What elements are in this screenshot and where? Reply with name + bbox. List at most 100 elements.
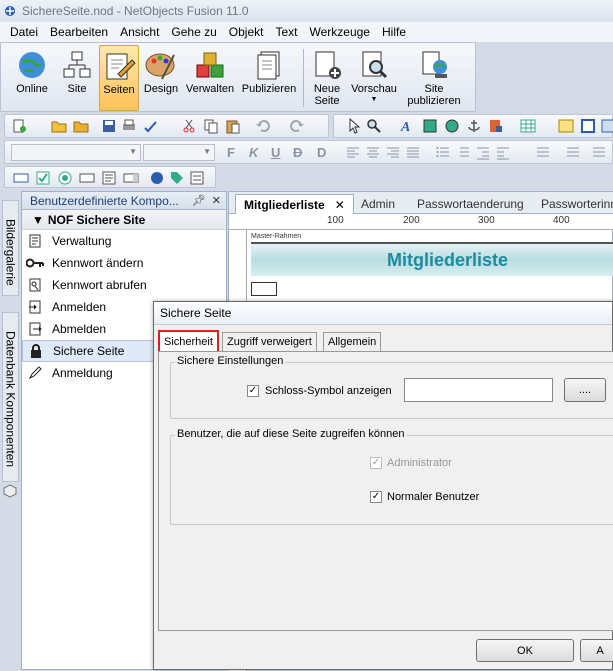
radio-tool-icon[interactable] bbox=[57, 170, 73, 186]
textfield-tool-icon[interactable] bbox=[79, 170, 95, 186]
frame-tool-icon[interactable] bbox=[580, 118, 596, 134]
cancel-button[interactable]: A bbox=[580, 639, 613, 662]
online-button[interactable]: Online bbox=[9, 45, 55, 111]
close-icon[interactable]: ✕ bbox=[212, 194, 221, 207]
document-tabs: Mitgliederliste ✕ Admin Passwortaenderun… bbox=[229, 192, 613, 214]
numbered-list-icon[interactable] bbox=[455, 145, 471, 161]
font-size-select[interactable]: ▼ bbox=[143, 144, 215, 161]
text-color-icon[interactable] bbox=[535, 145, 551, 161]
tab-allgemein[interactable]: Allgemein bbox=[323, 332, 382, 351]
justify-icon[interactable] bbox=[405, 145, 421, 161]
subscript-button[interactable]: D bbox=[317, 145, 326, 160]
vorschau-label: Vorschau bbox=[351, 83, 397, 95]
layer-tool-icon[interactable] bbox=[600, 118, 613, 134]
strikethrough-button[interactable]: D bbox=[293, 145, 302, 160]
textarea-tool-icon[interactable] bbox=[101, 170, 117, 186]
close-icon[interactable]: ✕ bbox=[335, 198, 345, 212]
pin-icon[interactable]: 📌︎ bbox=[192, 194, 206, 207]
tab-datenbank-komponenten[interactable]: Datenbank Komponenten bbox=[2, 312, 19, 482]
form-field-icon[interactable] bbox=[13, 170, 29, 186]
menu-gehe-zu[interactable]: Gehe zu bbox=[165, 25, 222, 39]
menu-werkzeuge[interactable]: Werkzeuge bbox=[304, 25, 376, 39]
site-publizieren-button[interactable]: Site publizieren bbox=[401, 45, 467, 111]
tab-passworterinnerung[interactable]: Passworterinn bbox=[533, 194, 613, 214]
anchor-icon[interactable] bbox=[466, 118, 482, 134]
pointer-icon[interactable] bbox=[346, 118, 362, 134]
cut-icon[interactable] bbox=[181, 118, 197, 134]
verwalten-button[interactable]: Verwalten bbox=[183, 45, 237, 111]
collapse-icon: ▼ bbox=[32, 212, 44, 227]
underline-button[interactable]: U bbox=[271, 145, 280, 160]
outdent-icon[interactable] bbox=[475, 145, 491, 161]
vorschau-button[interactable]: Vorschau ▼ bbox=[349, 45, 399, 111]
save-icon[interactable] bbox=[101, 118, 117, 134]
combo-tool-icon[interactable] bbox=[123, 170, 139, 186]
selected-object[interactable] bbox=[251, 282, 277, 296]
table-tool-icon[interactable] bbox=[520, 118, 536, 134]
main-toolbar: Online Site Seiten Design Verwalten Publ… bbox=[0, 42, 476, 112]
list-item-verwaltung[interactable]: Verwaltung bbox=[22, 230, 226, 252]
tab-admin[interactable]: Admin bbox=[353, 194, 403, 214]
seiten-button[interactable]: Seiten bbox=[99, 45, 139, 111]
spellcheck-icon[interactable] bbox=[143, 118, 159, 134]
ok-button[interactable]: OK bbox=[476, 639, 574, 662]
ruler-label: 400 bbox=[553, 215, 570, 226]
bold-button[interactable]: F bbox=[227, 145, 235, 160]
print-icon[interactable] bbox=[121, 118, 137, 134]
align-left-icon[interactable] bbox=[345, 145, 361, 161]
group-header[interactable]: ▼ NOF Sichere Site bbox=[22, 210, 226, 230]
open-folder-icon[interactable] bbox=[51, 118, 67, 134]
tag-tool-icon[interactable] bbox=[169, 170, 185, 186]
media-tool-icon[interactable] bbox=[444, 118, 460, 134]
align-right-icon[interactable] bbox=[385, 145, 401, 161]
tab-bildergalerie[interactable]: Bildergalerie bbox=[2, 200, 19, 296]
list-item-kennwort-aendern[interactable]: Kennwort ändern bbox=[22, 252, 226, 274]
page-banner[interactable]: Mitgliederliste bbox=[251, 242, 613, 276]
browse-button[interactable]: .... bbox=[564, 378, 606, 402]
layout-tool-icon[interactable] bbox=[558, 118, 574, 134]
menu-datei[interactable]: Datei bbox=[4, 25, 44, 39]
list-item-kennwort-abrufen[interactable]: Kennwort abrufen bbox=[22, 274, 226, 296]
redo-icon[interactable] bbox=[289, 118, 305, 134]
administrator-checkbox[interactable]: ✓ bbox=[370, 457, 382, 469]
menu-hilfe[interactable]: Hilfe bbox=[376, 25, 412, 39]
menu-objekt[interactable]: Objekt bbox=[223, 25, 270, 39]
key-retrieve-icon bbox=[26, 277, 44, 293]
new-icon[interactable] bbox=[11, 118, 27, 134]
form-settings-icon[interactable] bbox=[189, 170, 205, 186]
tab-mitgliederliste[interactable]: Mitgliederliste ✕ bbox=[235, 194, 354, 214]
undo-icon[interactable] bbox=[255, 118, 271, 134]
paste-icon[interactable] bbox=[225, 118, 241, 134]
italic-button[interactable]: K bbox=[249, 145, 258, 160]
picture-tool-icon[interactable] bbox=[422, 118, 438, 134]
folder-icon[interactable] bbox=[73, 118, 89, 134]
lock-symbol-checkbox[interactable]: ✓ bbox=[247, 385, 259, 397]
list-icon[interactable] bbox=[435, 145, 451, 161]
zoom-icon[interactable] bbox=[366, 118, 382, 134]
normal-user-label: Normaler Benutzer bbox=[387, 491, 480, 503]
menu-text[interactable]: Text bbox=[269, 25, 303, 39]
checkbox-tool-icon[interactable] bbox=[35, 170, 51, 186]
highlight-icon[interactable] bbox=[565, 145, 581, 161]
menu-bearbeiten[interactable]: Bearbeiten bbox=[44, 25, 114, 39]
font-select[interactable]: ▼ bbox=[11, 144, 141, 161]
menu-ansicht[interactable]: Ansicht bbox=[114, 25, 165, 39]
text-tool-icon[interactable]: A bbox=[398, 118, 414, 134]
design-button[interactable]: Design bbox=[141, 45, 181, 111]
component-tool-icon[interactable] bbox=[488, 118, 504, 134]
list-item-label: Kennwort ändern bbox=[52, 256, 144, 270]
neue-seite-button[interactable]: Neue Seite bbox=[307, 45, 347, 111]
normal-user-checkbox[interactable]: ✓ bbox=[370, 491, 382, 503]
publizieren-button[interactable]: Publizieren bbox=[239, 45, 299, 111]
site-button[interactable]: Site bbox=[57, 45, 97, 111]
tab-passwortaenderung[interactable]: Passwortaenderung bbox=[409, 194, 532, 214]
tab-label: Passworterinn bbox=[541, 197, 613, 211]
tab-zugriff-verweigert[interactable]: Zugriff verweigert bbox=[222, 332, 317, 351]
align-center-icon[interactable] bbox=[365, 145, 381, 161]
lock-symbol-path-input[interactable] bbox=[404, 378, 553, 402]
more-format-icon[interactable] bbox=[591, 145, 607, 161]
indent-icon[interactable] bbox=[495, 145, 511, 161]
tab-sicherheit[interactable]: Sicherheit bbox=[158, 330, 219, 353]
button-tool-icon[interactable] bbox=[149, 170, 165, 186]
copy-icon[interactable] bbox=[203, 118, 219, 134]
